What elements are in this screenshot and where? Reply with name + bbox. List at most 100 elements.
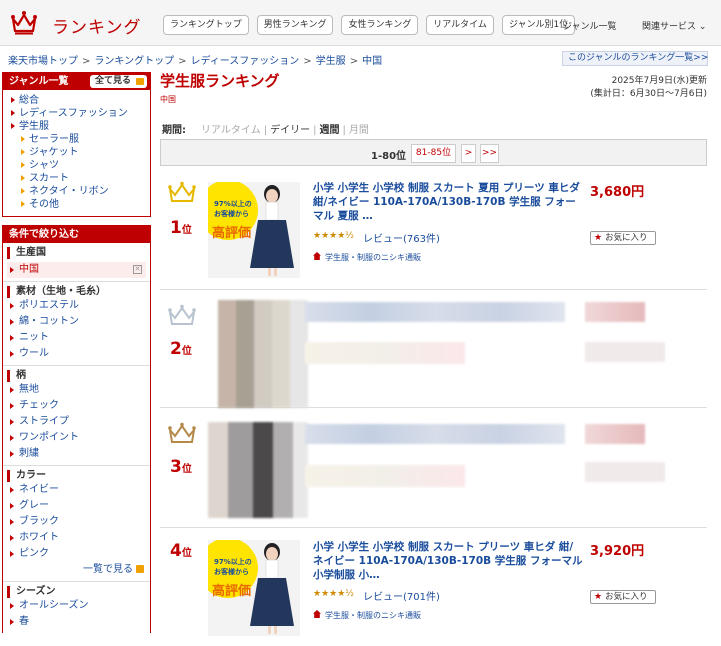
product-name-link[interactable]: 小学 小学生 小学校 制服 スカート プリーツ 車ヒダ 紺/ネイビー 110A-… (313, 540, 583, 582)
product-price: 3,920円 (590, 544, 645, 559)
shop-link[interactable]: 学生服・制服のニシキ通販 (313, 610, 421, 621)
favorite-button[interactable]: お気に入り (590, 231, 656, 245)
filter-option[interactable]: 無地 (3, 382, 150, 398)
genre-subitem[interactable]: ネクタイ・リボン (11, 185, 144, 198)
filter-option[interactable]: ウール (3, 346, 150, 362)
product-name-link[interactable]: 小学 小学生 小学校 制服 スカート 夏用 プリーツ 車ヒダ 紺/ネイビー 11… (313, 181, 583, 223)
nav-women-ranking[interactable]: 女性ランキング (341, 15, 419, 35)
period-daily[interactable]: デイリー (270, 125, 310, 136)
breadcrumb-item[interactable]: レディースファッション (190, 56, 299, 67)
related-services-menu[interactable]: 関連サービス ⌄ (642, 19, 706, 32)
favorite-button[interactable]: お気に入り (590, 590, 656, 604)
blurred-details (305, 342, 465, 364)
blurred-details (305, 465, 465, 487)
rank-number: 4位 (170, 541, 192, 561)
ranking-brand[interactable]: ランキング (52, 13, 142, 38)
period-monthly[interactable]: 月間 (349, 125, 369, 136)
filter-origin: 生産国 中国 ✕ (3, 243, 150, 282)
filter-option[interactable]: ピンク (3, 546, 150, 562)
nav-men-ranking[interactable]: 男性ランキング (256, 15, 334, 35)
pager-next[interactable]: > (461, 144, 476, 163)
filter-option[interactable]: ブラック (3, 514, 150, 530)
genre-subitem[interactable]: ジャケット (11, 146, 144, 159)
rank-number: 2位 (170, 339, 192, 359)
crown-logo-icon[interactable] (10, 10, 38, 36)
breadcrumb-item[interactable]: 中国 (362, 56, 382, 67)
genre-subitem[interactable]: セーラー服 (11, 133, 144, 146)
genre-item[interactable]: レディースファッション (11, 107, 144, 120)
review-link[interactable]: レビュー(763件) (363, 230, 440, 245)
pagination: 1-80位 81-85位 > >> (160, 139, 707, 166)
genre-box: ジャンル一覧 全て見る 総合 レディースファッション 学生服 セーラー服 ジャケ… (2, 72, 151, 217)
review-link[interactable]: レビュー(701件) (363, 588, 440, 603)
breadcrumb: 楽天市場トップ > ランキングトップ > レディースファッション > 学生服 > 中国 (8, 56, 383, 67)
breadcrumb-item[interactable]: 学生服 (316, 56, 346, 67)
filter-box: 条件で絞り込む 生産国 中国 ✕ 素材（生地・毛糸） ポリエステル 綿・コットン … (2, 225, 151, 633)
filter-option[interactable]: 春 (3, 614, 150, 630)
site-header: ランキング ランキングトップ 男性ランキング 女性ランキング リアルタイム ジャ… (0, 0, 721, 46)
bronze-crown-icon (168, 422, 196, 443)
genre-list: 総合 レディースファッション 学生服 セーラー服 ジャケット シャツ スカート … (3, 90, 150, 216)
filter-pattern: 柄 無地 チェック ストライプ ワンポイント 刺繍 (3, 366, 150, 466)
blurred-favorite (585, 342, 665, 362)
filter-color: カラー ネイビー グレー ブラック ホワイト ピンク 一覧で見る (3, 466, 150, 582)
filter-material: 素材（生地・毛糸） ポリエステル 綿・コットン ニット ウール (3, 282, 150, 366)
filter-option[interactable]: ストライプ (3, 414, 150, 430)
blurred-price (585, 302, 645, 322)
filter-box-header: 条件で絞り込む (3, 226, 150, 243)
genre-subitem[interactable]: その他 (11, 198, 144, 211)
rank-number: 3位 (170, 457, 192, 477)
period-selector: 期間: リアルタイム | デイリー | 週間 | 月間 (162, 125, 369, 136)
product-image[interactable]: 97%以上の お客様から 高評価 (208, 540, 300, 636)
update-info: 2025年7月9日(水)更新 (集計日：6月30日〜7月6日) (590, 76, 707, 99)
rating-stars: ★★★★½ (313, 231, 354, 241)
genre-list-link[interactable]: ジャンル一覧 (563, 19, 617, 32)
genre-ranking-list-link[interactable]: このジャンルのランキング一覧>> (562, 51, 708, 66)
page-subtitle: 中国 (160, 95, 176, 104)
pager-last[interactable]: >> (480, 144, 499, 163)
header-nav: ランキングトップ 男性ランキング 女性ランキング リアルタイム ジャンル別1位 (163, 15, 576, 35)
filter-option[interactable]: グレー (3, 498, 150, 514)
genre-item[interactable]: 学生服 (11, 120, 144, 133)
filter-season: シーズン オールシーズン 春 (3, 582, 150, 633)
model-illustration (250, 543, 294, 634)
breadcrumb-item[interactable]: ランキングトップ (94, 56, 174, 67)
pager-next-range[interactable]: 81-85位 (411, 144, 456, 163)
filter-option[interactable]: 綿・コットン (3, 314, 150, 330)
pager-current: 1-80位 (371, 151, 407, 162)
blurred-price (585, 424, 645, 444)
blurred-product-name (305, 302, 565, 322)
nav-realtime[interactable]: リアルタイム (426, 15, 494, 35)
filter-selected-china[interactable]: 中国 ✕ (7, 262, 146, 278)
model-illustration (250, 185, 294, 276)
nav-ranking-top[interactable]: ランキングトップ (163, 15, 249, 35)
filter-option[interactable]: オールシーズン (3, 598, 150, 614)
filter-option[interactable]: ワンポイント (3, 430, 150, 446)
product-price: 3,680円 (590, 185, 645, 200)
remove-filter-icon[interactable]: ✕ (133, 265, 142, 274)
genre-subitem[interactable]: シャツ (11, 159, 144, 172)
ranking-item: 3位 (160, 410, 707, 528)
genre-box-header: ジャンル一覧 全て見る (3, 73, 150, 90)
filter-option[interactable]: ホワイト (3, 530, 150, 546)
show-all-button[interactable]: 全て見る (89, 75, 147, 88)
filter-option[interactable]: ネイビー (3, 482, 150, 498)
breadcrumb-item[interactable]: 楽天市場トップ (8, 56, 78, 67)
filter-option[interactable]: 刺繍 (3, 446, 150, 462)
filter-option[interactable]: ニット (3, 330, 150, 346)
rating-stars: ★★★★½ (313, 589, 354, 599)
period-weekly[interactable]: 週間 (319, 125, 339, 136)
show-list-link[interactable]: 一覧で見る (3, 562, 150, 578)
silver-crown-icon (168, 304, 196, 325)
ranking-item: 4位 97%以上の お客様から 高評価 小学 小学生 小学校 制服 スカート プ… (160, 530, 707, 646)
shop-link[interactable]: 学生服・制服のニシキ通販 (313, 252, 421, 263)
filter-option[interactable]: チェック (3, 398, 150, 414)
genre-item[interactable]: 総合 (11, 94, 144, 107)
blurred-product-image (218, 300, 308, 408)
product-image[interactable]: 97%以上の お客様から 高評価 (208, 182, 300, 278)
genre-subitem[interactable]: スカート (11, 172, 144, 185)
filter-option[interactable]: ポリエステル (3, 298, 150, 314)
gold-crown-icon (168, 181, 196, 202)
blurred-product-name (305, 424, 565, 444)
period-realtime[interactable]: リアルタイム (201, 125, 261, 136)
